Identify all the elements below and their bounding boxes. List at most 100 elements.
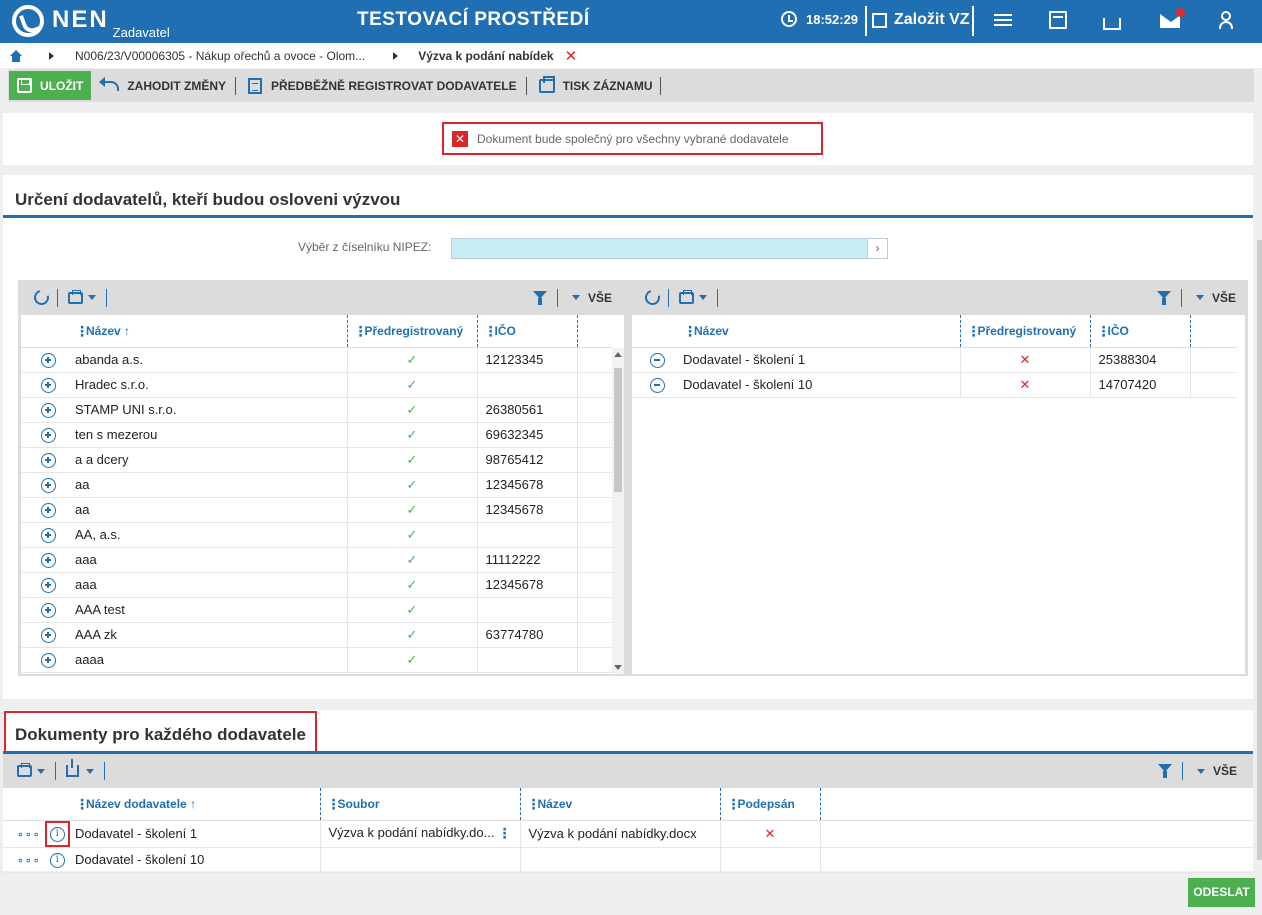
scrollbar[interactable] <box>612 348 624 674</box>
add-circle-icon[interactable] <box>40 577 56 593</box>
table-row[interactable]: ∘∘∘ i Dodavatel - školení 1 Výzva k podání … <box>3 820 1253 848</box>
discard-changes-button[interactable]: ZAHODIT ZMĚNY <box>91 71 235 100</box>
table-row[interactable]: AAA zk ✓ 63774780 <box>21 622 612 648</box>
nen-logo[interactable]: NEN Zadavatel <box>12 5 170 40</box>
add-circle-icon[interactable] <box>40 427 56 443</box>
remove-circle-icon[interactable] <box>650 377 665 393</box>
add-circle-icon[interactable] <box>40 502 56 518</box>
table-row[interactable]: AAA test ✓ <box>21 597 612 623</box>
add-circle-icon[interactable] <box>40 527 56 543</box>
table-row[interactable]: ∘∘∘ i Dodavatel - školení 10 <box>3 847 1253 873</box>
chevron-down-icon[interactable] <box>1195 295 1204 300</box>
add-circle-icon[interactable] <box>40 602 56 618</box>
calculator-icon[interactable] <box>1049 11 1067 29</box>
nipez-input[interactable]: › <box>451 238 888 259</box>
table-row[interactable]: aaa ✓ 12345678 <box>21 572 612 598</box>
remove-circle-icon[interactable] <box>650 352 665 368</box>
add-circle-icon[interactable] <box>40 652 56 668</box>
table-row[interactable]: aa ✓ 12345678 <box>21 497 612 523</box>
divider <box>1181 762 1183 780</box>
add-circle-icon[interactable] <box>40 452 56 468</box>
add-circle-icon[interactable] <box>40 352 56 368</box>
chevron-down-icon[interactable] <box>571 295 580 300</box>
filter-icon[interactable] <box>532 290 547 305</box>
refresh-icon[interactable] <box>642 287 663 308</box>
checkmark-icon: ✓ <box>406 476 418 492</box>
table-row[interactable]: AA, a.s. ✓ <box>21 522 612 548</box>
add-circle-icon[interactable] <box>40 377 56 393</box>
home-icon[interactable] <box>10 49 22 62</box>
scroll-up-arrow[interactable] <box>614 352 622 357</box>
table-row[interactable]: abanda a.s. ✓ 12123345 <box>21 347 612 373</box>
more-actions-icon[interactable]: ∘∘∘ <box>17 855 41 867</box>
nipez-select-button[interactable]: › <box>867 239 887 258</box>
selected-suppliers-table: ⋮ Název ⋮ Předregistrovaný ⋮ IČO Dodavatel … <box>632 315 1237 398</box>
table-row[interactable]: ten s mezerou ✓ 69632345 <box>21 422 612 448</box>
divider <box>55 762 56 780</box>
chevron-down-icon[interactable] <box>37 768 45 774</box>
checkmark-icon: ✓ <box>406 501 418 517</box>
column-header-preregistered[interactable]: ⋮ Předregistrovaný <box>959 315 1090 348</box>
menu-icon[interactable] <box>992 11 1014 31</box>
add-circle-icon[interactable] <box>40 552 56 568</box>
table-row[interactable]: aaaa ✓ <box>21 647 612 673</box>
filter-icon[interactable] <box>1156 290 1171 305</box>
chevron-down-icon[interactable] <box>699 295 707 300</box>
sort-asc-icon[interactable]: ↑ <box>190 797 196 811</box>
logo-text: NEN <box>52 6 109 33</box>
table-row[interactable]: aaa ✓ 11112222 <box>21 547 612 573</box>
send-button[interactable]: ODESLAT <box>1188 878 1255 907</box>
filter-all-label[interactable]: VŠE <box>1212 291 1236 305</box>
save-button[interactable]: ULOŽIT <box>9 71 92 100</box>
user-icon[interactable] <box>1219 11 1233 31</box>
supplier-selection-panel: Určení dodavatelů, kteří budou osloveni … <box>3 175 1253 699</box>
more-actions-icon[interactable]: ∘∘∘ <box>17 829 41 841</box>
column-header-signed[interactable]: ⋮ Podepsán <box>719 788 820 821</box>
filter-all-label[interactable]: VŠE <box>588 291 612 305</box>
add-circle-icon[interactable] <box>40 627 56 643</box>
preregister-supplier-button[interactable]: PŘEDBĚŽNĚ REGISTROVAT DODAVATELE <box>236 71 526 100</box>
column-header-ico[interactable]: ⋮ IČO <box>1089 315 1190 348</box>
scrollbar-thumb[interactable] <box>614 368 622 492</box>
file-menu-icon[interactable]: ⋮ <box>498 825 512 842</box>
column-header-supplier-name[interactable]: ⋮ Název dodavatele ↑ <box>75 788 320 821</box>
table-row[interactable]: Dodavatel - školení 1 ✕ 25388304 <box>632 347 1237 373</box>
scroll-down-arrow[interactable] <box>614 665 622 670</box>
table-row[interactable]: STAMP UNI s.r.o. ✓ 26380561 <box>21 397 612 423</box>
column-header-name[interactable]: ⋮ Název <box>683 315 960 348</box>
refresh-icon[interactable] <box>31 287 52 308</box>
chevron-down-icon[interactable] <box>1196 768 1205 774</box>
filter-icon[interactable] <box>1157 764 1172 778</box>
info-icon[interactable]: i <box>49 852 65 868</box>
table-row[interactable]: Hradec s.r.o. ✓ <box>21 372 612 398</box>
table-row[interactable]: Dodavatel - školení 10 ✕ 14707420 <box>632 372 1237 398</box>
column-header-name[interactable]: ⋮ Název ↑ <box>75 315 347 348</box>
printer-icon[interactable] <box>679 289 694 304</box>
close-icon[interactable]: ✕ <box>565 47 578 65</box>
column-header-file[interactable]: ⋮ Soubor <box>319 788 520 821</box>
table-row[interactable]: aa ✓ 12345678 <box>21 472 612 498</box>
add-circle-icon[interactable] <box>40 477 56 493</box>
create-vz-button[interactable]: Založit VZ <box>872 11 970 29</box>
add-circle-icon[interactable] <box>40 402 56 418</box>
export-icon[interactable] <box>66 759 79 777</box>
column-header-ico[interactable]: ⋮ IČO <box>476 315 577 348</box>
sort-asc-icon[interactable]: ↑ <box>124 324 130 338</box>
print-record-button[interactable]: TISK ZÁZNAMU <box>527 71 662 100</box>
file-name[interactable]: Výzva k podání nabídky.do... <box>329 825 495 840</box>
supplier-ico: 12345678 <box>476 472 577 498</box>
cross-icon: ✕ <box>764 825 776 841</box>
table-row[interactable]: a a dcery ✓ 98765412 <box>21 447 612 473</box>
inbox-icon[interactable] <box>1103 18 1121 30</box>
printer-icon[interactable] <box>68 289 83 304</box>
page-scrollbar[interactable] <box>1257 240 1262 860</box>
supplier-name: aaa <box>75 572 347 598</box>
chevron-down-icon[interactable] <box>88 295 96 300</box>
column-header-preregistered[interactable]: ⋮ Předregistrovaný <box>346 315 477 348</box>
filter-all-label[interactable]: VŠE <box>1213 764 1237 778</box>
printer-icon[interactable] <box>17 763 32 777</box>
breadcrumb-item-tender[interactable]: N006/23/V00006305 - Nákup ořechů a ovoce… <box>75 49 365 63</box>
column-header-doc-name[interactable]: ⋮ Název <box>519 788 720 821</box>
chevron-down-icon[interactable] <box>86 768 94 774</box>
info-icon[interactable]: i <box>49 826 65 842</box>
